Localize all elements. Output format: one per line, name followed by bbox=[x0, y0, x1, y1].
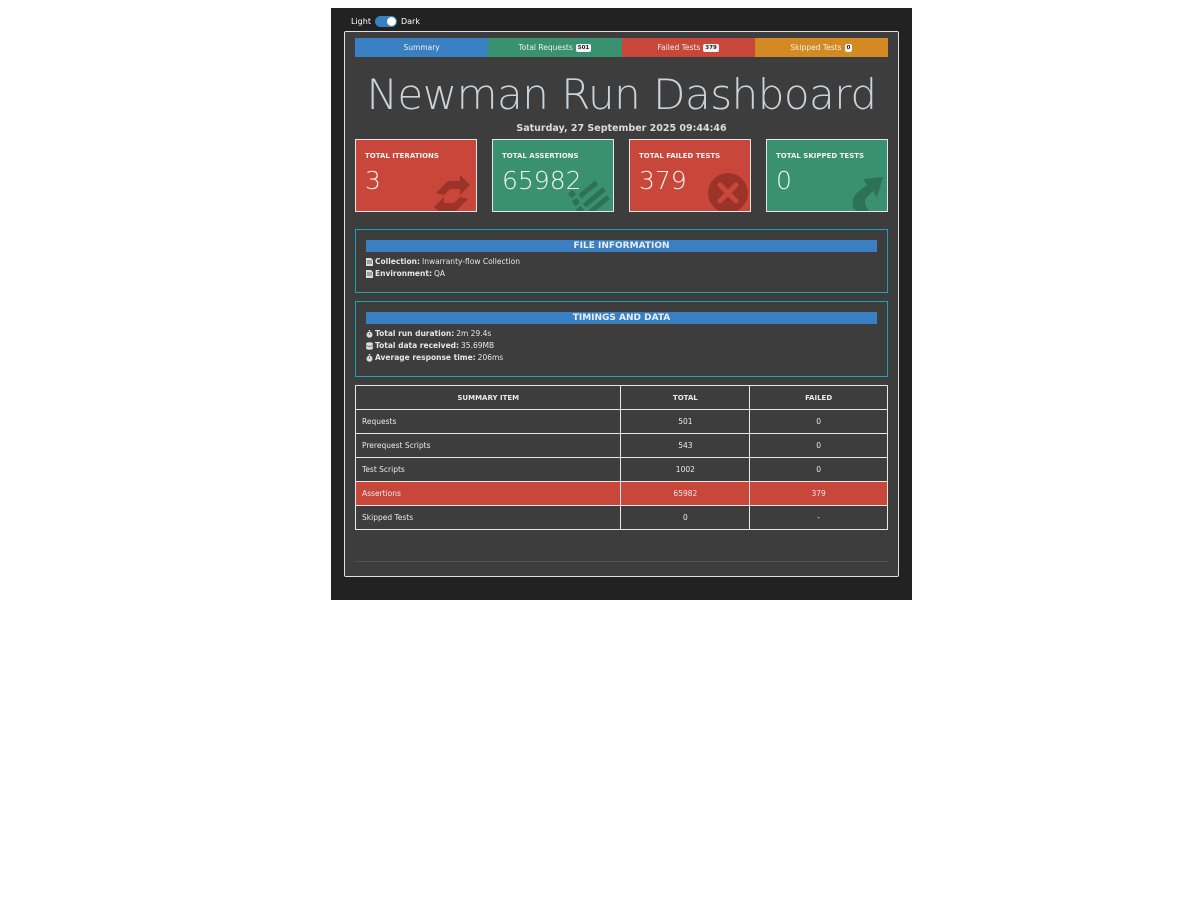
tab-label: Total Requests bbox=[518, 43, 573, 52]
tab-summary[interactable]: Summary bbox=[355, 38, 489, 57]
column-header: SUMMARY ITEM bbox=[354, 385, 622, 410]
timings-heading: TIMINGS AND DATA bbox=[366, 312, 877, 324]
main-panel: Summary Total Requests 501 Failed Tests … bbox=[344, 31, 899, 577]
failed-cell: 0 bbox=[749, 433, 888, 458]
card-total-iterations: TOTAL ITERATIONS 3 bbox=[355, 139, 477, 212]
duration-line: Total run duration: 2m 29.4s bbox=[366, 328, 887, 340]
card-label: TOTAL SKIPPED TESTS bbox=[776, 152, 865, 160]
tab-badge: 379 bbox=[703, 43, 719, 52]
summary-item-cell: Prerequest Scripts bbox=[354, 433, 622, 458]
stopwatch-icon bbox=[366, 354, 373, 362]
card-value: 379 bbox=[639, 166, 687, 195]
summary-item-cell: Assertions bbox=[354, 481, 622, 506]
failed-cell: - bbox=[749, 505, 888, 530]
database-icon bbox=[366, 342, 373, 350]
tab-badge: 0 bbox=[844, 43, 853, 52]
total-cell: 1002 bbox=[620, 457, 751, 482]
switch-knob bbox=[386, 16, 396, 26]
total-cell: 65982 bbox=[620, 481, 751, 506]
tab-failed-tests[interactable]: Failed Tests 379 bbox=[621, 38, 755, 57]
card-total-assertions: TOTAL ASSERTIONS 65982 bbox=[492, 139, 614, 212]
tab-skipped-tests[interactable]: Skipped Tests 0 bbox=[754, 38, 888, 57]
response-time-value: 206ms bbox=[477, 353, 504, 362]
failed-cell: 0 bbox=[749, 409, 888, 434]
stopwatch-icon bbox=[366, 330, 373, 338]
response-time-line: Average response time: 206ms bbox=[366, 352, 887, 364]
environment-value: QA bbox=[433, 269, 445, 278]
environment-label: Environment: bbox=[375, 269, 432, 278]
table-row: Assertions 65982 379 bbox=[354, 481, 888, 506]
file-information-box: FILE INFORMATION Collection: Inwarranty-… bbox=[355, 229, 888, 293]
summary-item-cell: Requests bbox=[354, 409, 622, 434]
total-cell: 543 bbox=[620, 433, 751, 458]
refresh-icon bbox=[434, 175, 470, 211]
tab-label: Failed Tests bbox=[657, 43, 701, 52]
theme-dark-label: Dark bbox=[400, 16, 420, 26]
total-cell: 0 bbox=[620, 505, 751, 530]
table-row: Test Scripts 1002 0 bbox=[354, 457, 888, 482]
environment-line: Environment: QA bbox=[366, 268, 887, 280]
table-row: Prerequest Scripts 543 0 bbox=[354, 433, 888, 458]
response-time-label: Average response time: bbox=[375, 353, 476, 362]
tab-total-requests[interactable]: Total Requests 501 bbox=[488, 38, 622, 57]
file-information-heading: FILE INFORMATION bbox=[366, 240, 877, 252]
column-header: FAILED bbox=[749, 385, 888, 410]
nav-tabs: Summary Total Requests 501 Failed Tests … bbox=[355, 38, 888, 57]
collection-line: Collection: Inwarranty-flow Collection bbox=[366, 256, 887, 268]
file-icon bbox=[366, 258, 373, 266]
duration-label: Total run duration: bbox=[375, 329, 455, 338]
table-header-row: SUMMARY ITEM TOTAL FAILED bbox=[354, 385, 888, 410]
summary-item-cell: Skipped Tests bbox=[354, 505, 622, 530]
card-label: TOTAL ITERATIONS bbox=[365, 152, 439, 160]
card-value: 3 bbox=[365, 166, 381, 195]
data-received-value: 35.69MB bbox=[461, 341, 495, 350]
table-row: Skipped Tests 0 - bbox=[354, 505, 888, 530]
data-received-label: Total data received: bbox=[375, 341, 460, 350]
failed-cell: 0 bbox=[749, 457, 888, 482]
data-received-line: Total data received: 35.69MB bbox=[366, 340, 887, 352]
theme-light-label: Light bbox=[351, 16, 371, 26]
theme-toggle[interactable]: Light Dark bbox=[351, 14, 420, 28]
table-row: Requests 501 0 bbox=[354, 409, 888, 434]
card-total-failed-tests: TOTAL FAILED TESTS 379 bbox=[629, 139, 751, 212]
error-icon bbox=[708, 173, 748, 211]
total-cell: 501 bbox=[620, 409, 751, 434]
file-icon bbox=[366, 270, 373, 278]
page-title: Newman Run Dashboard bbox=[366, 70, 877, 119]
list-check-icon bbox=[567, 180, 610, 211]
collection-label: Collection: bbox=[375, 257, 420, 266]
duration-value: 2m 29.4s bbox=[456, 329, 492, 338]
summary-table: SUMMARY ITEM TOTAL FAILED Requests 501 0… bbox=[354, 385, 888, 530]
tab-label: Skipped Tests bbox=[790, 43, 842, 52]
run-date: Saturday, 27 September 2025 09:44:46 bbox=[516, 123, 727, 134]
card-label: TOTAL ASSERTIONS bbox=[502, 152, 579, 160]
theme-switch[interactable] bbox=[374, 15, 397, 27]
column-header: TOTAL bbox=[620, 385, 751, 410]
dashboard-frame: Light Dark Summary Total Requests 501 Fa… bbox=[331, 8, 912, 600]
failed-cell: 379 bbox=[749, 481, 888, 506]
footer-divider bbox=[355, 561, 888, 562]
collection-value: Inwarranty-flow Collection bbox=[421, 257, 520, 266]
card-total-skipped-tests: TOTAL SKIPPED TESTS 0 bbox=[766, 139, 888, 212]
tab-badge: 501 bbox=[575, 43, 592, 52]
card-value: 0 bbox=[776, 166, 792, 195]
tab-label: Summary bbox=[403, 43, 440, 52]
summary-item-cell: Test Scripts bbox=[354, 457, 622, 482]
timings-box: TIMINGS AND DATA Total run duration: 2m … bbox=[355, 301, 888, 377]
redo-arrow-icon bbox=[852, 177, 883, 211]
card-label: TOTAL FAILED TESTS bbox=[639, 152, 721, 160]
